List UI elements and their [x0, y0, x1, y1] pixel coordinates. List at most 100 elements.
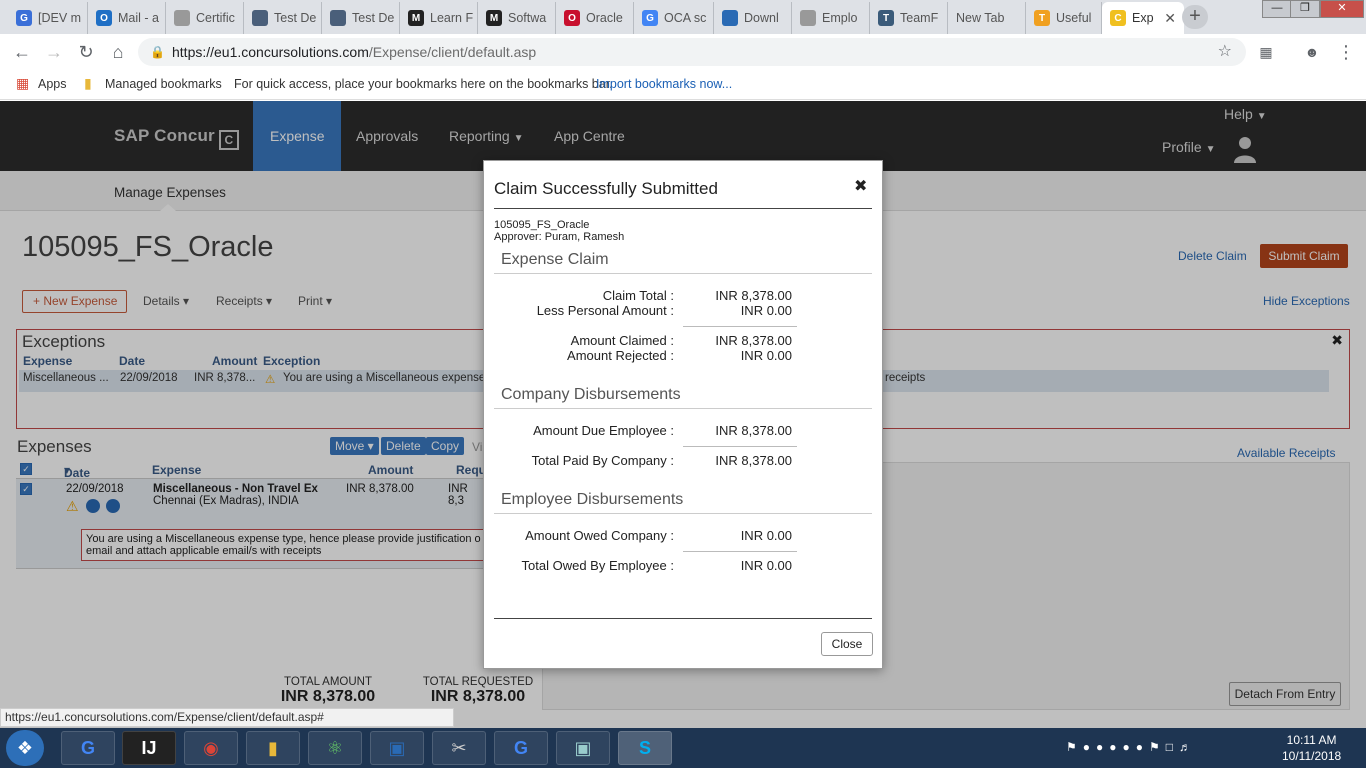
tab-favicon-icon: O	[96, 10, 112, 26]
taskbar-atom-icon[interactable]: ⚛	[308, 731, 362, 765]
bookmark-star-icon[interactable]: ☆	[1218, 38, 1232, 66]
divider	[494, 273, 872, 274]
url-host: https://eu1.concursolutions.com	[172, 44, 369, 60]
owed-company-value: INR 0.00	[740, 528, 792, 543]
browser-tab[interactable]: Emplo	[792, 2, 870, 34]
tab-favicon-icon	[174, 10, 190, 26]
clock-time: 10:11 AM	[1286, 733, 1337, 747]
tab-favicon-icon	[722, 10, 738, 26]
owed-by-employee-label: Total Owed By Employee :	[521, 558, 674, 573]
paid-by-company-value: INR 8,378.00	[715, 453, 792, 468]
tab-favicon-icon	[800, 10, 816, 26]
taskbar-intellij-icon[interactable]: IJ	[122, 731, 176, 765]
managed-bookmarks[interactable]: Managed bookmarks	[105, 77, 222, 91]
taskbar-skype-icon[interactable]: S	[618, 731, 672, 765]
new-tab-button[interactable]: +	[1182, 5, 1208, 29]
claim-total-value: INR 8,378.00	[715, 288, 792, 303]
due-employee-value: INR 8,378.00	[715, 423, 792, 438]
tab-label: Emplo	[822, 11, 858, 25]
due-employee-label: Amount Due Employee :	[533, 423, 674, 438]
claim-total-label: Claim Total :	[602, 288, 674, 303]
bookmarks-hint: For quick access, place your bookmarks h…	[234, 77, 613, 91]
divider	[683, 326, 797, 327]
windows-taskbar: ❖ G IJ ◉ ▮ ⚛ ▣ ✂ G ▣ S ⚑●●●●●⚑□♬ 10:11 A…	[0, 728, 1366, 768]
extension-icon[interactable]: ☻	[1300, 40, 1324, 64]
link-status-bar: https://eu1.concursolutions.com/Expense/…	[0, 708, 454, 727]
browser-tab-strip: G [DEV m O Mail - a Certific Test De Test De M L…	[0, 0, 1366, 34]
tab-favicon-icon: M	[486, 10, 502, 26]
tab-label: Downl	[744, 11, 779, 25]
claim-name: 105095_FS_Oracle	[494, 219, 590, 231]
browser-tab[interactable]: C Exp ✕	[1102, 2, 1184, 34]
browser-tab[interactable]: M Learn F	[400, 2, 478, 34]
apps-bookmark[interactable]: Apps	[38, 77, 67, 91]
tab-favicon-icon	[252, 10, 268, 26]
tab-label: [DEV m	[38, 11, 82, 25]
tab-favicon-icon: T	[1034, 10, 1050, 26]
close-icon[interactable]: ✖	[854, 176, 867, 196]
owed-company-label: Amount Owed Company :	[525, 528, 674, 543]
browser-tab[interactable]: T Useful	[1026, 2, 1102, 34]
tab-label: New Tab	[956, 11, 1005, 25]
divider	[683, 446, 797, 447]
import-bookmarks-link[interactable]: Import bookmarks now...	[596, 77, 732, 91]
close-tab-icon[interactable]: ✕	[1164, 10, 1176, 27]
section-employee-disbursements: Employee Disbursements	[501, 491, 684, 508]
address-bar[interactable]: 🔒 https://eu1.concursolutions.com/Expens…	[138, 38, 1246, 66]
tab-label: TeamF	[900, 11, 939, 25]
start-button[interactable]: ❖	[6, 730, 44, 766]
browser-tab[interactable]: G OCA sc	[634, 2, 714, 34]
lock-icon: 🔒	[150, 45, 165, 59]
home-icon[interactable]: ⌂	[106, 40, 130, 64]
back-icon[interactable]: ←	[10, 40, 34, 64]
browser-tab[interactable]: Downl	[714, 2, 792, 34]
clock-date: 10/11/2018	[1282, 749, 1342, 763]
browser-tab[interactable]: G [DEV m	[8, 2, 88, 34]
minimize-button[interactable]: —	[1262, 0, 1292, 18]
reload-icon[interactable]: ↻	[74, 40, 98, 64]
tab-favicon-icon: C	[1110, 10, 1126, 26]
tab-label: Softwa	[508, 11, 547, 25]
taskbar-explorer-icon[interactable]: ▮	[246, 731, 300, 765]
browser-tab[interactable]: O Mail - a	[88, 2, 166, 34]
taskbar-google-icon[interactable]: G	[61, 731, 115, 765]
taskbar-chrome-icon[interactable]: ◉	[184, 731, 238, 765]
forward-icon[interactable]: →	[42, 40, 66, 64]
close-button[interactable]: Close	[821, 632, 873, 656]
tab-label: OCA sc	[664, 11, 707, 25]
owed-by-employee-value: INR 0.00	[740, 558, 792, 573]
section-expense-claim: Expense Claim	[501, 251, 609, 268]
browser-toolbar: ← → ↻ ⌂ 🔒 https://eu1.concursolutions.co…	[0, 34, 1366, 70]
tab-label: Useful	[1056, 11, 1092, 25]
browser-tab[interactable]: Test De	[322, 2, 400, 34]
browser-tab[interactable]: T TeamF	[870, 2, 948, 34]
apps-grid-icon: ▦	[16, 75, 30, 91]
maximize-button[interactable]: ❐	[1290, 0, 1320, 18]
browser-tab[interactable]: New Tab	[948, 2, 1026, 34]
divider	[683, 551, 797, 552]
taskbar-app-icon[interactable]: ▣	[370, 731, 424, 765]
taskbar-google-icon-2[interactable]: G	[494, 731, 548, 765]
taskbar-photos-icon[interactable]: ▣	[556, 731, 610, 765]
system-tray[interactable]: ⚑●●●●●⚑□♬	[1066, 740, 1197, 754]
browser-tab[interactable]: M Softwa	[478, 2, 556, 34]
menu-icon[interactable]: ⋮	[1334, 40, 1358, 64]
amount-claimed-label: Amount Claimed :	[570, 333, 674, 348]
tab-favicon-icon: M	[408, 10, 424, 26]
clock[interactable]: 10:11 AM 10/11/2018	[1282, 732, 1341, 764]
paid-by-company-label: Total Paid By Company :	[531, 453, 674, 468]
tab-label: Mail - a	[118, 11, 159, 25]
browser-tab[interactable]: Test De	[244, 2, 322, 34]
browser-tab[interactable]: O Oracle	[556, 2, 634, 34]
tab-label: Learn F	[430, 11, 474, 25]
tab-label: Test De	[274, 11, 317, 25]
less-personal-label: Less Personal Amount :	[536, 303, 674, 318]
amount-rejected-value: INR 0.00	[740, 348, 792, 363]
browser-tab[interactable]: Certific	[166, 2, 244, 34]
close-window-button[interactable]: ✕	[1320, 0, 1364, 18]
reading-list-icon[interactable]: ▦	[1254, 40, 1278, 64]
taskbar-snipping-icon[interactable]: ✂	[432, 731, 486, 765]
divider	[494, 513, 872, 514]
tab-favicon-icon	[330, 10, 346, 26]
tab-favicon-icon: O	[564, 10, 580, 26]
